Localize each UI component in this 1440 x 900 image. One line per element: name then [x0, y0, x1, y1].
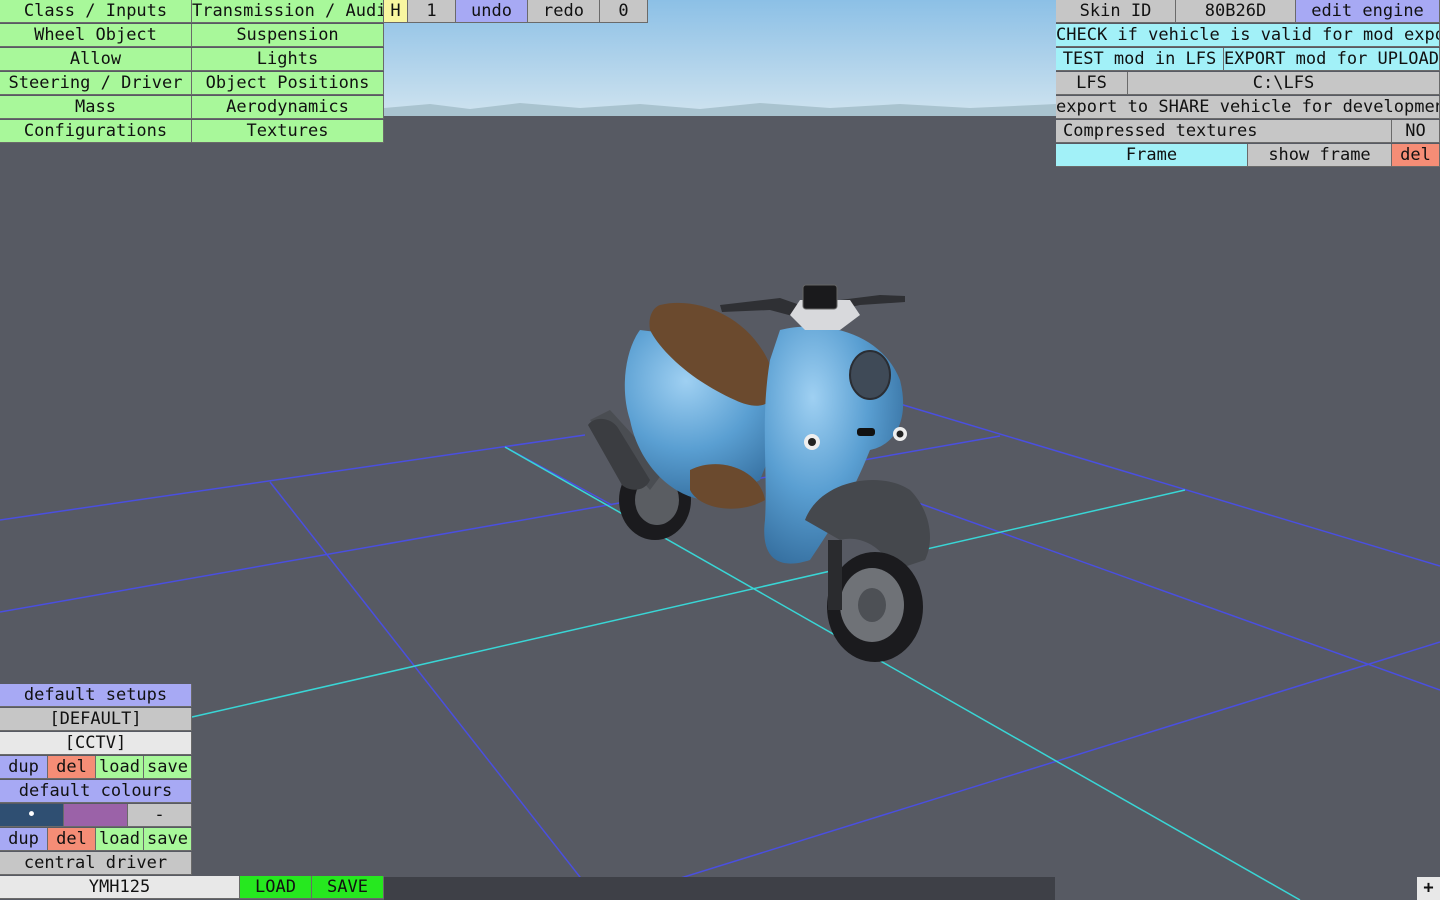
colour-remove-button[interactable]: -: [128, 804, 192, 827]
setup-dup-button[interactable]: dup: [0, 756, 48, 779]
menu-class-inputs[interactable]: Class / Inputs: [0, 0, 192, 23]
colour-swatch-blue[interactable]: •: [0, 804, 64, 827]
check-vehicle-button[interactable]: CHECK if vehicle is valid for mod export: [1056, 24, 1440, 47]
menu-mass[interactable]: Mass: [0, 96, 192, 119]
view-number-button[interactable]: 1: [408, 0, 456, 23]
setup-load-button[interactable]: load: [96, 756, 144, 779]
menu-transmission-audio[interactable]: Transmission / Audio: [192, 0, 384, 23]
bottom-status-bar: [384, 877, 1055, 900]
export-upload-button[interactable]: EXPORT mod for UPLOAD: [1224, 48, 1440, 71]
menu-allow[interactable]: Allow: [0, 48, 192, 71]
test-mod-button[interactable]: TEST mod in LFS: [1056, 48, 1224, 71]
menu-configurations[interactable]: Configurations: [0, 120, 192, 143]
setup-del-button[interactable]: del: [48, 756, 96, 779]
ground-plane: [0, 116, 1440, 900]
menu-textures[interactable]: Textures: [192, 120, 384, 143]
show-frame-button[interactable]: show frame: [1248, 144, 1392, 167]
central-driver-button[interactable]: central driver: [0, 852, 192, 875]
colour-del-button[interactable]: del: [48, 828, 96, 851]
history-count: 0: [600, 0, 648, 23]
colour-swatch-purple[interactable]: [64, 804, 128, 827]
compressed-textures-label: Compressed textures: [1056, 120, 1392, 143]
lfs-path-field[interactable]: C:\LFS: [1128, 72, 1440, 95]
edit-engine-button[interactable]: edit engine: [1296, 0, 1440, 23]
lfs-label: LFS: [1056, 72, 1128, 95]
redo-button[interactable]: redo: [528, 0, 600, 23]
skin-id-value[interactable]: 80B26D: [1176, 0, 1296, 23]
frame-button[interactable]: Frame: [1056, 144, 1248, 167]
skin-id-label: Skin ID: [1056, 0, 1176, 23]
compressed-textures-toggle[interactable]: NO: [1392, 120, 1440, 143]
colour-dup-button[interactable]: dup: [0, 828, 48, 851]
colour-save-button[interactable]: save: [144, 828, 192, 851]
default-setups-header[interactable]: default setups: [0, 684, 192, 707]
menu-suspension[interactable]: Suspension: [192, 24, 384, 47]
menu-object-positions[interactable]: Object Positions: [192, 72, 384, 95]
setup-item-cctv[interactable]: [CCTV]: [0, 732, 192, 755]
save-vehicle-button[interactable]: SAVE: [312, 876, 384, 899]
setup-save-button[interactable]: save: [144, 756, 192, 779]
menu-steering-driver[interactable]: Steering / Driver: [0, 72, 192, 95]
delete-frame-button[interactable]: del: [1392, 144, 1440, 167]
menu-wheel-object[interactable]: Wheel Object: [0, 24, 192, 47]
plus-icon[interactable]: +: [1417, 877, 1440, 900]
menu-lights[interactable]: Lights: [192, 48, 384, 71]
export-share-button[interactable]: export to SHARE vehicle for development: [1056, 96, 1440, 119]
undo-button[interactable]: undo: [456, 0, 528, 23]
load-vehicle-button[interactable]: LOAD: [240, 876, 312, 899]
setup-item-default[interactable]: [DEFAULT]: [0, 708, 192, 731]
menu-aerodynamics[interactable]: Aerodynamics: [192, 96, 384, 119]
help-button[interactable]: H: [384, 0, 408, 23]
vehicle-name-field[interactable]: YMH125: [0, 876, 240, 899]
default-colours-header[interactable]: default colours: [0, 780, 192, 803]
colour-load-button[interactable]: load: [96, 828, 144, 851]
